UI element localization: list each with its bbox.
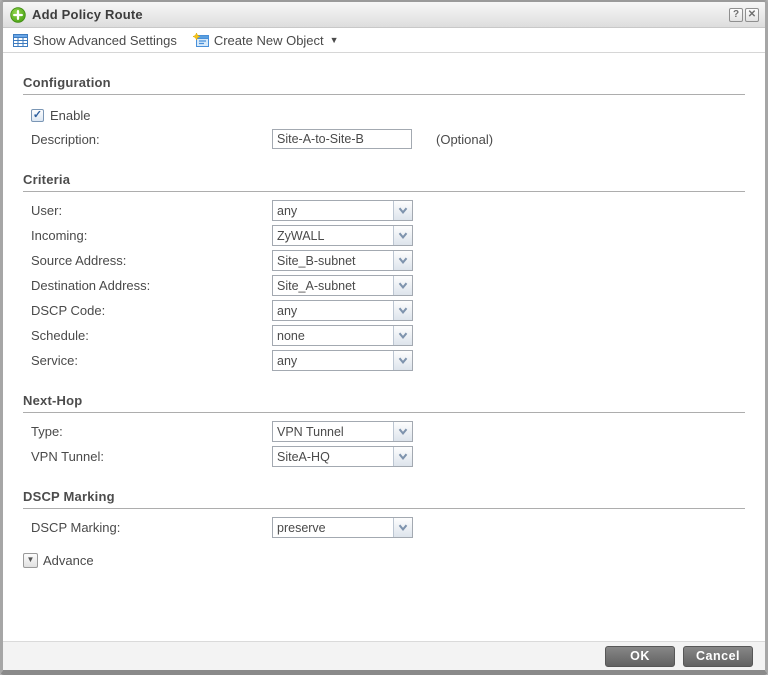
cancel-button[interactable]: Cancel <box>683 646 753 667</box>
service-select-value: any <box>273 351 393 370</box>
ok-button[interactable]: OK <box>605 646 675 667</box>
service-select[interactable]: any <box>272 350 413 371</box>
incoming-label: Incoming: <box>23 228 272 243</box>
dscp-code-row: DSCP Code: any <box>23 298 745 323</box>
type-select[interactable]: VPN Tunnel <box>272 421 413 442</box>
user-select-value: any <box>273 201 393 220</box>
advanced-settings-table-icon <box>13 34 28 47</box>
source-address-row: Source Address: Site_B-subnet <box>23 248 745 273</box>
vpn-tunnel-select-value: SiteA-HQ <box>273 447 393 466</box>
dropdown-arrow-icon <box>393 226 412 245</box>
source-address-label: Source Address: <box>23 253 272 268</box>
show-advanced-settings-button[interactable]: Show Advanced Settings <box>13 33 177 48</box>
service-label: Service: <box>23 353 272 368</box>
description-input[interactable] <box>272 129 412 149</box>
dscp-marking-label: DSCP Marking: <box>23 520 272 535</box>
dropdown-arrow-icon <box>393 326 412 345</box>
user-select[interactable]: any <box>272 200 413 221</box>
incoming-row: Incoming: ZyWALL <box>23 223 745 248</box>
toolbar: Show Advanced Settings Create New Object… <box>3 28 765 53</box>
destination-address-select[interactable]: Site_A-subnet <box>272 275 413 296</box>
dropdown-arrow-icon <box>393 251 412 270</box>
section-header-next-hop: Next-Hop <box>23 393 745 413</box>
source-address-select-value: Site_B-subnet <box>273 251 393 270</box>
schedule-select-value: none <box>273 326 393 345</box>
dscp-code-select-value: any <box>273 301 393 320</box>
enable-label: Enable <box>50 108 90 123</box>
dscp-code-select[interactable]: any <box>272 300 413 321</box>
schedule-label: Schedule: <box>23 328 272 343</box>
dscp-marking-row: DSCP Marking: preserve <box>23 515 745 540</box>
destination-address-label: Destination Address: <box>23 278 272 293</box>
section-header-configuration: Configuration <box>23 75 745 95</box>
check-icon: ✓ <box>33 110 42 121</box>
dscp-marking-select[interactable]: preserve <box>272 517 413 538</box>
dialog-body: Configuration ✓ Enable Description: (Opt… <box>3 53 765 641</box>
dropdown-arrow-icon <box>393 422 412 441</box>
triangle-down-icon: ▼ <box>27 556 35 564</box>
dscp-marking-select-value: preserve <box>273 518 393 537</box>
add-icon <box>10 7 26 23</box>
enable-checkbox[interactable]: ✓ <box>31 109 44 122</box>
dropdown-arrow-icon <box>393 301 412 320</box>
description-row: Description: (Optional) <box>23 126 745 152</box>
advance-expand-button[interactable]: ▼ <box>23 553 38 568</box>
description-label: Description: <box>23 132 272 147</box>
caret-down-icon: ▼ <box>330 35 339 45</box>
dropdown-arrow-icon <box>393 447 412 466</box>
schedule-row: Schedule: none <box>23 323 745 348</box>
section-header-dscp-marking: DSCP Marking <box>23 489 745 509</box>
user-label: User: <box>23 203 272 218</box>
titlebar: Add Policy Route ? ✕ <box>3 2 765 28</box>
destination-address-select-value: Site_A-subnet <box>273 276 393 295</box>
enable-checkbox-row[interactable]: ✓ Enable <box>23 104 745 126</box>
optional-label: (Optional) <box>436 132 493 147</box>
dialog-footer: OK Cancel <box>3 641 765 670</box>
type-select-value: VPN Tunnel <box>273 422 393 441</box>
service-row: Service: any <box>23 348 745 373</box>
vpn-tunnel-select[interactable]: SiteA-HQ <box>272 446 413 467</box>
close-button[interactable]: ✕ <box>745 8 759 22</box>
create-new-object-label: Create New Object <box>214 33 324 48</box>
incoming-select-value: ZyWALL <box>273 226 393 245</box>
create-object-icon <box>193 33 209 47</box>
advance-toggle[interactable]: ▼ Advance <box>23 548 745 572</box>
type-label: Type: <box>23 424 272 439</box>
advance-label: Advance <box>43 553 94 568</box>
create-new-object-button[interactable]: Create New Object ▼ <box>193 33 339 48</box>
dropdown-arrow-icon <box>393 518 412 537</box>
source-address-select[interactable]: Site_B-subnet <box>272 250 413 271</box>
vpn-tunnel-label: VPN Tunnel: <box>23 449 272 464</box>
add-policy-route-dialog: Add Policy Route ? ✕ Show Advanced Setti… <box>0 0 768 675</box>
destination-address-row: Destination Address: Site_A-subnet <box>23 273 745 298</box>
show-advanced-settings-label: Show Advanced Settings <box>33 33 177 48</box>
incoming-select[interactable]: ZyWALL <box>272 225 413 246</box>
help-button[interactable]: ? <box>729 8 743 22</box>
dialog-title: Add Policy Route <box>32 7 727 22</box>
schedule-select[interactable]: none <box>272 325 413 346</box>
type-row: Type: VPN Tunnel <box>23 419 745 444</box>
dropdown-arrow-icon <box>393 201 412 220</box>
dropdown-arrow-icon <box>393 351 412 370</box>
vpn-tunnel-row: VPN Tunnel: SiteA-HQ <box>23 444 745 469</box>
dropdown-arrow-icon <box>393 276 412 295</box>
section-header-criteria: Criteria <box>23 172 745 192</box>
user-row: User: any <box>23 198 745 223</box>
dscp-code-label: DSCP Code: <box>23 303 272 318</box>
